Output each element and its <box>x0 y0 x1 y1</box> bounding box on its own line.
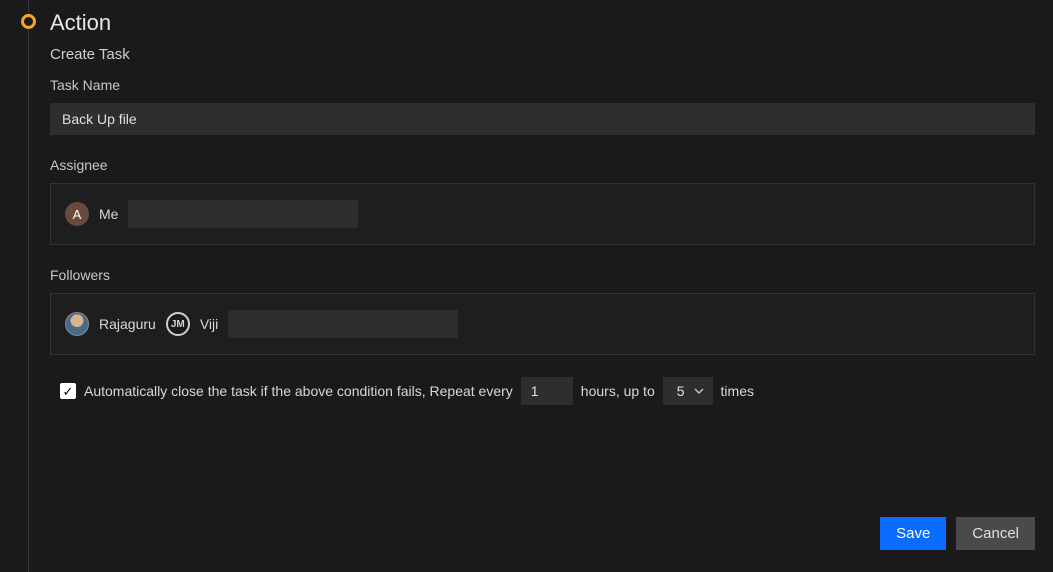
timeline-dot-icon <box>21 14 36 29</box>
task-name-label: Task Name <box>50 77 1037 93</box>
section-subtitle: Create Task <box>50 46 1037 63</box>
repeat-hours-input[interactable] <box>521 377 573 405</box>
timeline-line <box>28 0 29 572</box>
repeat-text-after: times <box>721 383 754 399</box>
repeat-text-mid: hours, up to <box>581 383 655 399</box>
assignee-panel: A Me <box>50 183 1035 245</box>
repeat-count-select[interactable]: 5 <box>663 377 713 405</box>
cancel-button[interactable]: Cancel <box>956 517 1035 550</box>
repeat-row: ✓ Automatically close the task if the ab… <box>50 377 1037 405</box>
follower-name: Viji <box>200 316 218 332</box>
check-icon: ✓ <box>63 385 74 398</box>
repeat-count-value: 5 <box>677 383 685 399</box>
avatar-letter: A <box>73 207 82 222</box>
followers-add-input[interactable] <box>228 310 458 338</box>
avatar: JM <box>166 312 190 336</box>
assignee-label: Assignee <box>50 157 1037 173</box>
chevron-down-icon <box>693 385 705 397</box>
avatar <box>65 312 89 336</box>
followers-label: Followers <box>50 267 1037 283</box>
assignee-name: Me <box>99 206 118 222</box>
avatar-initials: JM <box>171 319 185 330</box>
section-title: Action <box>50 10 1037 36</box>
assignee-add-input[interactable] <box>128 200 358 228</box>
task-name-input[interactable] <box>50 103 1035 135</box>
save-button[interactable]: Save <box>880 517 946 550</box>
followers-panel: Rajaguru JM Viji <box>50 293 1035 355</box>
follower-name: Rajaguru <box>99 316 156 332</box>
auto-close-checkbox[interactable]: ✓ <box>60 383 76 399</box>
repeat-text-before: Automatically close the task if the abov… <box>84 383 513 399</box>
avatar: A <box>65 202 89 226</box>
footer-buttons: Save Cancel <box>880 517 1035 550</box>
